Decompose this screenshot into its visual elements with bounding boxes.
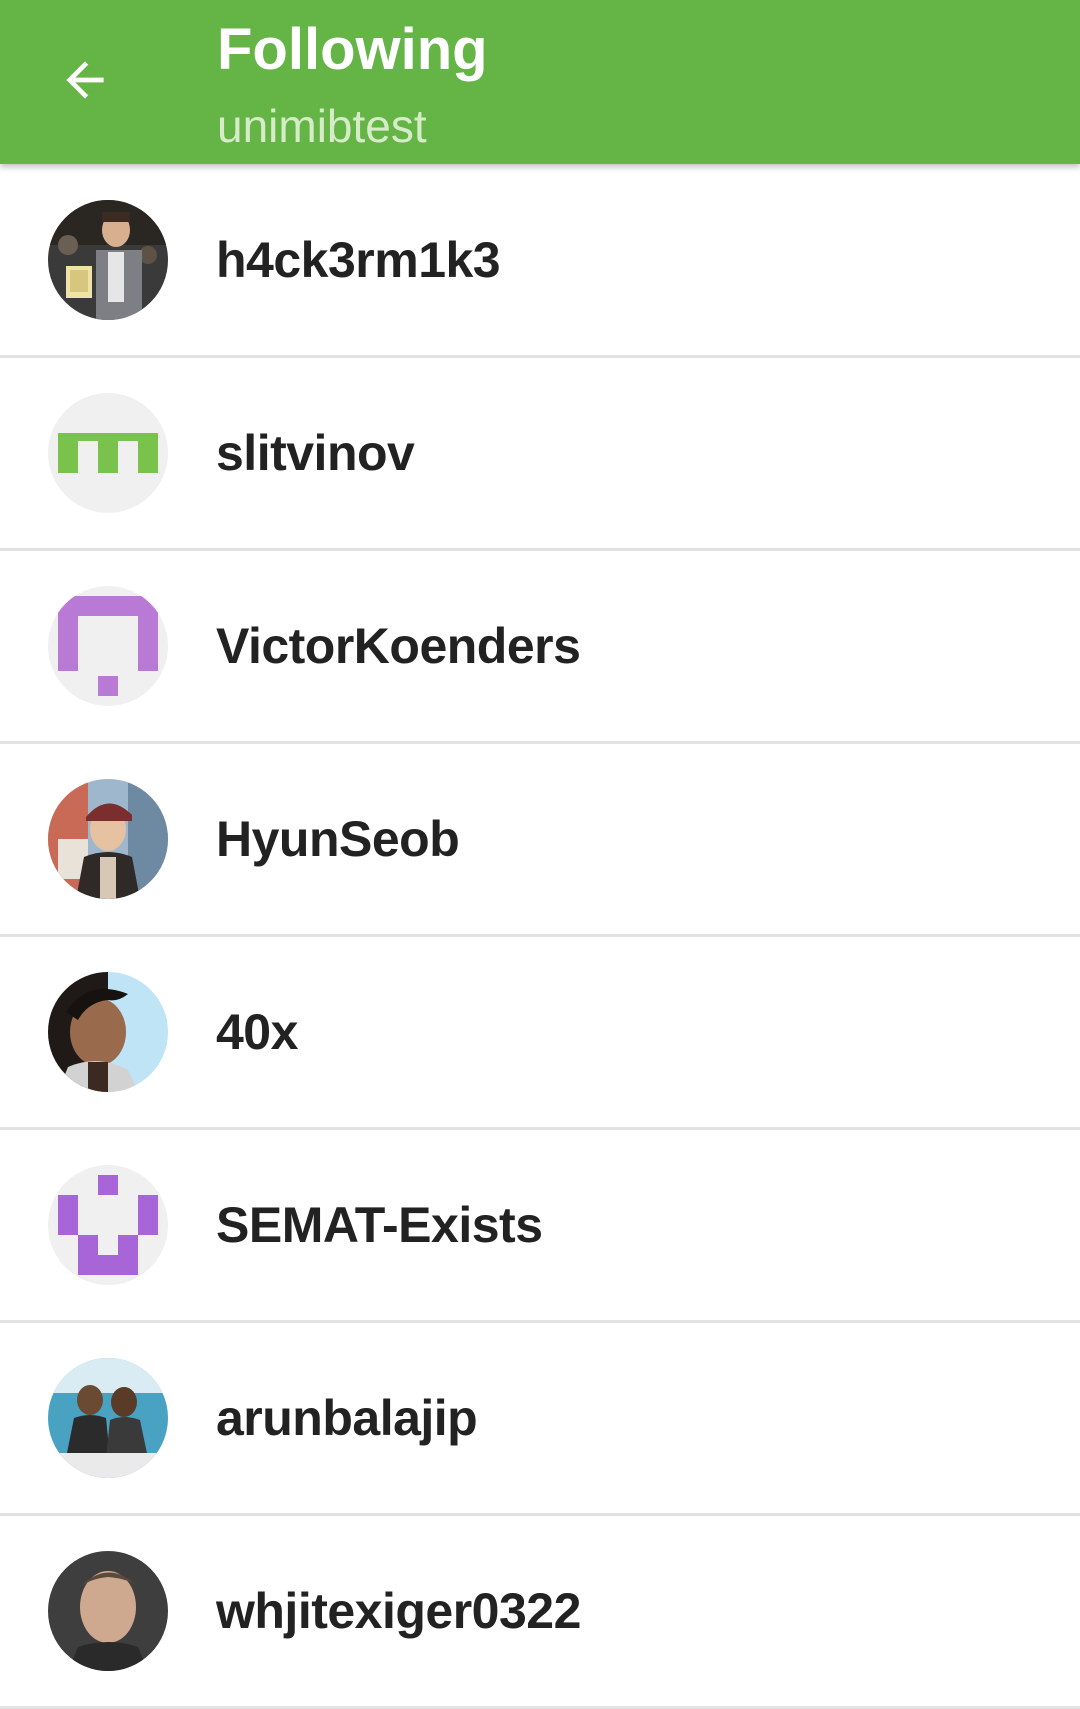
list-item[interactable]: SEMAT-Exists (0, 1130, 1080, 1323)
username: h4ck3rm1k3 (216, 231, 501, 288)
list-item[interactable]: arunbalajip (0, 1323, 1080, 1516)
username: slitvinov (216, 425, 415, 481)
avatar (48, 779, 168, 899)
page-title: Following (217, 17, 488, 82)
username: arunbalajip (216, 1390, 478, 1446)
following-list: h4ck3rm1k3 slitvinov VictorKoenders Hyun… (0, 164, 1080, 1709)
avatar (48, 393, 168, 513)
title-block: Following unimibtest (217, 14, 488, 154)
list-item[interactable]: 40x (0, 937, 1080, 1130)
username: HyunSeob (216, 811, 460, 867)
avatar (48, 1551, 168, 1671)
app-bar: Following unimibtest (0, 0, 1080, 164)
list-item[interactable]: slitvinov (0, 358, 1080, 551)
list-item[interactable]: h4ck3rm1k3 (0, 164, 1080, 358)
back-button[interactable] (50, 45, 120, 115)
list-item[interactable]: HyunSeob (0, 744, 1080, 937)
avatar (48, 972, 168, 1092)
page-subtitle: unimibtest (217, 100, 427, 152)
username: 40x (216, 1004, 298, 1060)
avatar (48, 1358, 168, 1478)
username: SEMAT-Exists (216, 1197, 543, 1253)
arrow-back-icon (66, 61, 104, 99)
list-item[interactable]: whjitexiger0322 (0, 1516, 1080, 1709)
list-item[interactable]: VictorKoenders (0, 551, 1080, 744)
avatar (48, 1165, 168, 1285)
avatar (48, 199, 168, 320)
username: whjitexiger0322 (216, 1583, 581, 1639)
username: VictorKoenders (216, 618, 581, 674)
avatar (48, 586, 168, 706)
